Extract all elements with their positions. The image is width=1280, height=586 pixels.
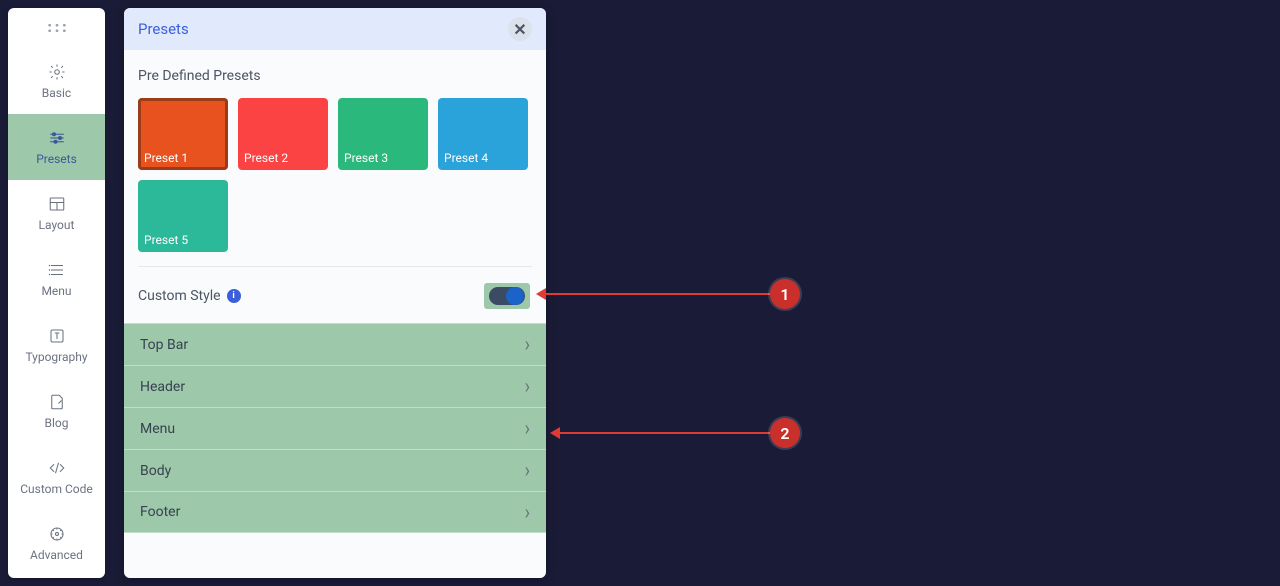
chevron-right-icon: ›	[525, 416, 530, 441]
annotation-arrow-1-head	[536, 288, 546, 300]
accordion-item-label: Menu	[140, 421, 175, 437]
chevron-right-icon: ›	[525, 332, 530, 357]
sidebar-item-label: Basic	[42, 86, 71, 100]
style-accordion: Top Bar › Header › Menu › Body › Footer …	[124, 323, 546, 533]
predefined-presets-label: Pre Defined Presets	[138, 68, 532, 84]
preset-card-4[interactable]: Preset 4	[438, 98, 528, 170]
gear-icon	[48, 63, 66, 81]
typography-icon	[48, 327, 66, 345]
callout-number: 1	[780, 285, 789, 304]
sidebar-item-menu[interactable]: Menu	[8, 246, 105, 312]
accordion-item-body[interactable]: Body ›	[124, 449, 546, 491]
preset-grid: Preset 1 Preset 2 Preset 3 Preset 4 Pres…	[138, 98, 532, 252]
custom-style-label-wrap: Custom Style i	[138, 288, 241, 304]
panel-title: Presets	[138, 20, 189, 38]
sidebar-item-label: Typography	[25, 350, 87, 364]
advanced-gear-icon	[48, 525, 66, 543]
accordion-item-label: Footer	[140, 504, 180, 520]
sidebar-item-label: Custom Code	[20, 482, 93, 496]
preset-card-1[interactable]: Preset 1	[138, 98, 228, 170]
sidebar-item-label: Presets	[36, 152, 77, 166]
sidebar-item-layout[interactable]: Layout	[8, 180, 105, 246]
sidebar-item-basic[interactable]: Basic	[8, 48, 105, 114]
layout-icon	[48, 195, 66, 213]
close-button[interactable]: ✕	[508, 17, 532, 41]
preset-card-label: Preset 4	[444, 151, 488, 165]
accordion-item-menu[interactable]: Menu ›	[124, 407, 546, 449]
info-icon[interactable]: i	[227, 289, 241, 303]
close-icon: ✕	[513, 20, 526, 39]
accordion-item-top-bar[interactable]: Top Bar ›	[124, 323, 546, 365]
sidebar-item-grip[interactable]	[8, 8, 105, 48]
preset-card-label: Preset 2	[244, 151, 288, 165]
sliders-icon	[48, 129, 66, 147]
sidebar-item-label: Blog	[45, 416, 69, 430]
blog-icon	[48, 393, 66, 411]
preset-card-2[interactable]: Preset 2	[238, 98, 328, 170]
menu-icon	[48, 261, 66, 279]
sidebar-item-advanced[interactable]: Advanced	[8, 510, 105, 576]
chevron-right-icon: ›	[525, 499, 530, 524]
sidebar-item-label: Layout	[39, 218, 75, 232]
annotation-callout-2: 2	[770, 418, 800, 448]
sidebar-item-typography[interactable]: Typography	[8, 312, 105, 378]
divider	[138, 266, 532, 267]
preset-card-label: Preset 5	[144, 233, 188, 247]
sidebar-item-label: Advanced	[30, 548, 83, 562]
preset-card-label: Preset 3	[344, 151, 388, 165]
annotation-arrow-2-line	[560, 432, 770, 434]
code-icon	[48, 459, 66, 477]
preset-card-label: Preset 1	[144, 151, 188, 165]
custom-style-row: Custom Style i	[138, 283, 532, 323]
accordion-item-label: Header	[140, 379, 185, 395]
panel-header: Presets ✕	[124, 8, 546, 50]
presets-panel: Presets ✕ Pre Defined Presets Preset 1 P…	[124, 8, 546, 578]
preset-card-5[interactable]: Preset 5	[138, 180, 228, 252]
annotation-callout-1: 1	[770, 279, 800, 309]
sidebar-item-presets[interactable]: Presets	[8, 114, 105, 180]
accordion-item-label: Body	[140, 463, 171, 479]
accordion-item-label: Top Bar	[140, 337, 188, 353]
custom-style-label: Custom Style	[138, 288, 221, 304]
custom-style-toggle[interactable]	[489, 287, 525, 305]
sidebar-item-custom-code[interactable]: Custom Code	[8, 444, 105, 510]
chevron-right-icon: ›	[525, 374, 530, 399]
custom-style-toggle-highlight	[484, 283, 530, 309]
settings-sidebar: Basic Presets Layout Menu Typography Blo…	[8, 8, 105, 578]
preset-card-3[interactable]: Preset 3	[338, 98, 428, 170]
accordion-item-header[interactable]: Header ›	[124, 365, 546, 407]
panel-body: Pre Defined Presets Preset 1 Preset 2 Pr…	[124, 50, 546, 533]
annotation-arrow-2-head	[550, 427, 560, 439]
sidebar-item-blog[interactable]: Blog	[8, 378, 105, 444]
accordion-item-footer[interactable]: Footer ›	[124, 491, 546, 533]
grip-icon	[46, 19, 68, 37]
annotation-arrow-1-line	[546, 293, 770, 295]
callout-number: 2	[780, 424, 789, 443]
chevron-right-icon: ›	[525, 458, 530, 483]
sidebar-item-label: Menu	[41, 284, 71, 298]
toggle-knob	[506, 287, 524, 305]
